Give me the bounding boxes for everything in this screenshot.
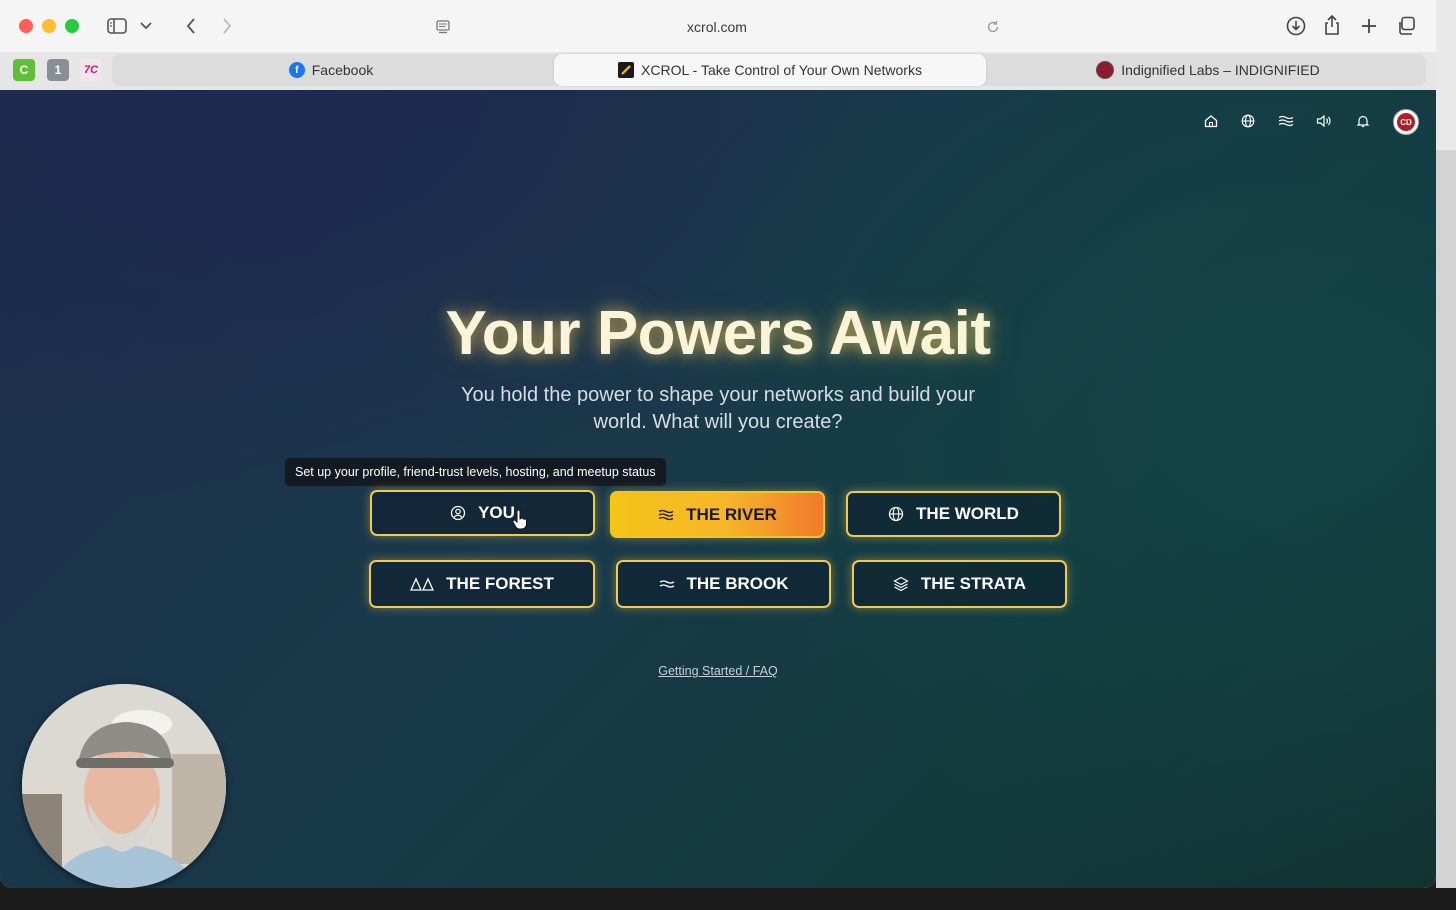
chevron-down-icon[interactable] <box>138 18 154 34</box>
button-label: THE STRATA <box>920 574 1027 593</box>
trees-icon <box>410 577 435 591</box>
desktop-edge <box>0 888 1456 910</box>
globe-icon[interactable] <box>1238 111 1258 131</box>
user-circle-icon <box>450 505 466 521</box>
waves-icon <box>658 509 674 521</box>
wave-icon <box>659 579 675 589</box>
globe-icon <box>888 506 904 522</box>
forward-icon[interactable] <box>216 16 238 36</box>
avatar-initials: CD <box>1397 113 1415 131</box>
tab-facebook[interactable]: f Facebook <box>112 54 550 86</box>
button-label: THE BROOK <box>686 574 789 593</box>
button-label: YOU <box>478 503 515 522</box>
pinned-tab-1[interactable]: 1 <box>47 59 69 81</box>
pinned-tab-label: 1 <box>54 63 62 77</box>
address-bar[interactable]: xcrol.com <box>424 8 1010 46</box>
the-strata-button[interactable]: THE STRATA <box>852 560 1067 608</box>
river-icon[interactable] <box>1276 111 1296 131</box>
indignified-icon <box>1096 61 1115 79</box>
facebook-icon: f <box>288 62 305 78</box>
sidebar-toggle-icon[interactable] <box>106 16 128 36</box>
button-label: THE WORLD <box>916 504 1019 523</box>
tab-title: Facebook <box>311 62 374 78</box>
button-label: THE FOREST <box>446 574 554 593</box>
close-window-button[interactable] <box>19 19 33 33</box>
tab-title: XCROL - Take Control of Your Own Network… <box>641 62 922 78</box>
pinned-tab-label: C <box>19 63 29 77</box>
tabs-track: f Facebook XCROL - Take Control of Your … <box>112 54 1426 86</box>
browser-window: xcrol.com C 1 7C f Facebook XCROL - Take… <box>0 0 1436 888</box>
minimize-window-button[interactable] <box>42 19 56 33</box>
webcam-overlay <box>22 684 226 888</box>
you-tooltip: Set up your profile, friend-trust levels… <box>285 458 666 486</box>
the-river-button[interactable]: THE RIVER <box>610 491 825 538</box>
new-tab-icon[interactable] <box>1358 15 1380 37</box>
the-world-button[interactable]: THE WORLD <box>846 491 1061 537</box>
share-icon[interactable] <box>1321 14 1343 36</box>
xcrol-icon <box>618 62 635 78</box>
pinned-tab-label: 7C <box>83 64 99 76</box>
tab-xcrol[interactable]: XCROL - Take Control of Your Own Network… <box>554 54 986 86</box>
tab-indignified[interactable]: Indignified Labs – INDIGNIFIED <box>990 54 1426 86</box>
page-menu-icon[interactable] <box>434 18 452 36</box>
button-label: THE RIVER <box>686 504 777 524</box>
tab-bar: C 1 7C f Facebook XCROL - Take Control o… <box>0 52 1436 90</box>
user-avatar[interactable]: CD <box>1393 109 1419 135</box>
back-icon[interactable] <box>180 16 202 36</box>
tab-title: Indignified Labs – INDIGNIFIED <box>1121 62 1320 78</box>
the-brook-button[interactable]: THE BROOK <box>616 560 831 608</box>
faq-link-text[interactable]: Getting Started / FAQ <box>658 664 778 678</box>
reload-icon[interactable] <box>984 18 1002 36</box>
zoom-window-button[interactable] <box>65 19 79 33</box>
background-window-edge <box>1436 0 1456 910</box>
hand-cursor-icon <box>512 509 528 535</box>
tab-overview-icon[interactable] <box>1395 15 1417 37</box>
browser-toolbar: xcrol.com <box>0 0 1436 52</box>
bell-icon[interactable] <box>1353 111 1373 131</box>
downloads-icon[interactable] <box>1285 15 1307 37</box>
getting-started-faq-link[interactable]: Getting Started / FAQ <box>0 664 1436 678</box>
page-subtitle: You hold the power to shape your network… <box>460 384 976 433</box>
pinned-tab-7c[interactable]: 7C <box>80 59 102 81</box>
home-icon[interactable] <box>1201 111 1221 131</box>
the-forest-button[interactable]: THE FOREST <box>369 560 595 608</box>
url-text[interactable]: xcrol.com <box>687 19 747 35</box>
layers-icon <box>893 576 909 592</box>
pinned-tab-c[interactable]: C <box>13 59 35 81</box>
person-video-image <box>22 684 226 888</box>
speaker-icon[interactable] <box>1314 111 1334 131</box>
you-button[interactable]: YOU <box>370 490 595 536</box>
page-title: Your Powers Await <box>445 299 991 368</box>
